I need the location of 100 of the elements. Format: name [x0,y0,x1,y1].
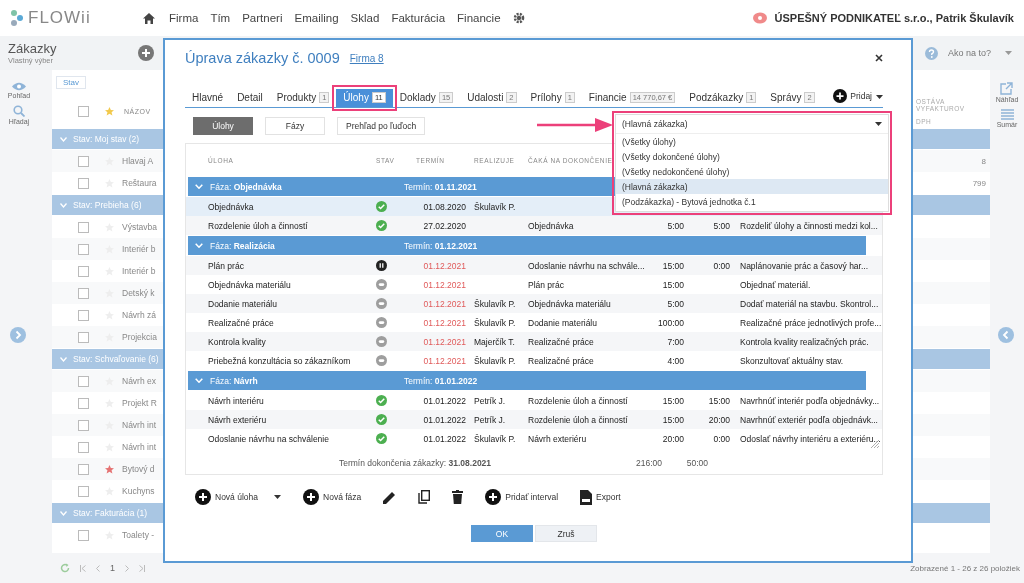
checkbox[interactable] [78,485,89,497]
cancel-button[interactable]: Zruš [535,525,597,542]
task-row[interactable]: Návrh interiéru 01.01.2022 Petrík J. Rozdelenie úloh a činností 15:00 15:00 Navrhnúť interiér podľa objednávky... [186,391,882,410]
checkbox[interactable] [78,397,89,409]
collapse-panel-icon[interactable] [998,327,1014,343]
filter-dropdown[interactable]: (Hlavná zákazka) (Všetky úlohy) (Všetky dokončené úlohy) (Všetky nedokončené úlohy) (Hlavná zákazka) (Podzákazka) - Bytová jednotka č.1 [615,114,889,212]
settings-icon[interactable] [512,12,525,24]
resize-handle-icon[interactable] [871,440,879,448]
checkbox[interactable] [78,265,89,277]
checkbox[interactable] [78,177,89,189]
copy-icon[interactable] [418,490,431,504]
add-button[interactable]: Pridať interval [485,489,559,505]
checkbox[interactable] [78,463,89,475]
trash-icon[interactable] [452,490,464,504]
checkbox[interactable] [78,331,89,343]
search-icon[interactable] [13,105,25,117]
checkbox[interactable] [78,441,89,453]
nav-link[interactable]: Sklad [350,12,380,24]
refresh-icon[interactable] [60,563,70,573]
checkbox[interactable] [78,155,89,167]
checkbox[interactable] [78,287,89,299]
view-button[interactable]: Fázy [265,117,325,135]
expand-panel-icon[interactable] [10,327,26,343]
view-button[interactable]: Úlohy [193,117,253,135]
description-cell: Kontrola kvality realizačných prác. [740,336,869,347]
nav-link[interactable]: Emailing [294,12,339,24]
row-name: Bytový d [122,464,155,474]
add-button[interactable]: Nová úloha [195,489,281,505]
chevron-icon[interactable] [60,510,67,516]
chevron-icon[interactable] [60,136,67,142]
task-row[interactable]: Priebežná konzultácia so zákazníkom 01.12.2021 Škulavík P. Realizačné práce 4:00 Skonzultovať aktuálny stav. [186,351,882,370]
tab[interactable]: Hlavné [185,92,231,107]
export-button[interactable]: Export [580,489,621,505]
row-name: Toalety - [122,530,155,540]
checkbox[interactable] [78,243,89,255]
company-link[interactable]: Firma 8 [349,52,384,64]
due-date-cell: 01.12.2021 [423,336,466,347]
tab[interactable]: Detail [230,92,270,107]
logo-icon [10,9,24,27]
first-page-icon[interactable] [80,564,86,572]
dropdown-option[interactable]: (Všetky dokončené úlohy) [616,149,888,164]
chevron-icon[interactable] [60,202,67,208]
help-link[interactable]: Ako na to? [947,48,991,58]
task-row[interactable]: Rozdelenie úloh a činností 27.02.2020 Objednávka 5:00 5:00 Rozdeliť úlohy a činnosti medzi kol... [186,216,882,235]
list-icon[interactable] [1000,109,1014,120]
caret-icon[interactable] [274,495,281,499]
dropdown-option[interactable]: (Všetky úlohy) [616,134,888,149]
chevron-icon[interactable] [60,356,67,362]
star-icon[interactable] [105,464,114,474]
add-button[interactable]: Nová fáza [303,489,362,505]
time-cell: 20:00 [662,433,684,444]
checkbox[interactable] [78,529,89,541]
checkbox[interactable] [78,309,89,321]
checkbox[interactable] [78,375,89,387]
external-link-icon[interactable] [1000,82,1014,95]
checkbox[interactable] [78,419,89,431]
close-icon[interactable] [875,54,883,62]
view-button[interactable]: Prehľad po ľuďoch [337,117,426,135]
task-row[interactable]: Plán prác 01.12.2021 Odoslanie návrhu na schvále... 15:00 0:00 Naplánovanie prác a časový har... [186,256,882,275]
task-row[interactable]: Návrh exteriéru 01.01.2022 Petrík J. Rozdelenie úloh a činností 15:00 20:00 Navrhnúť exteriér podľa objednávk... [186,410,882,429]
task-row[interactable]: Objednávka materiálu 01.12.2021 Plán prác 15:00 Objednať materiál. [186,275,882,294]
previous-page-icon[interactable] [96,564,100,572]
nav-link[interactable]: Tím [210,12,231,24]
description-cell: Rozdeliť úlohy a činnosti medzi kol... [740,220,878,231]
next-page-icon[interactable] [125,564,129,572]
task-row[interactable]: Kontrola kvality 01.12.2021 Majerčík T. Realizačné práce 7:00 Kontrola kvality realizačných prác. [186,332,882,351]
last-page-icon[interactable] [139,564,145,572]
caret-icon[interactable] [875,122,882,126]
checkbox[interactable] [78,105,89,117]
logo-text[interactable]: FLOWii [28,8,91,28]
page-number[interactable]: 1 [110,563,115,573]
assignee-cell: Škulavík P. [474,298,516,309]
chevron-icon[interactable] [195,378,203,383]
add-icon[interactable] [138,45,154,61]
add-button[interactable]: Pridaj [833,89,876,107]
checkbox[interactable] [78,221,89,233]
star-icon[interactable] [105,106,114,116]
chevron-icon[interactable] [195,184,203,189]
help-icon[interactable] [924,46,938,60]
home-icon[interactable] [143,12,155,24]
dropdown-value[interactable]: (Hlavná zákazka) [622,119,688,129]
task-cell: Kontrola kvality [208,336,266,347]
caret-icon[interactable] [876,95,883,99]
task-row[interactable]: Realizačné práce 01.12.2021 Škulavík P. Dodanie materiálu 100:00 Realizačné práce jednotlivých profe... [186,313,882,332]
nav-link[interactable]: Fakturácia [391,12,446,24]
chevron-icon[interactable] [195,243,203,248]
nav-link[interactable]: Partneri [242,12,283,24]
due-date-cell: 01.01.2022 [423,433,466,444]
dialog-title: Úprava zákazky č. 0009 [185,50,340,66]
company-user-name[interactable]: ÚSPEŠNÝ PODNIKATEĽ s.r.o., Patrik Škulavík [774,12,1014,24]
dropdown-option[interactable]: (Hlavná zákazka) [616,179,888,194]
row-name: Návrh zá [122,310,156,320]
task-row[interactable]: Odoslanie návrhu na schválenie 01.01.2022 Škulavík P. Návrh exteriéru 20:00 0:00 Odoslať návrhy interiéru a exteriéru... [186,429,882,448]
nav-link[interactable]: Financie [457,12,501,24]
eye-icon[interactable] [12,82,26,91]
dropdown-option[interactable]: (Všetky nedokončené úlohy) [616,164,888,179]
nav-link[interactable]: Firma [169,12,199,24]
time-cell: 5:00 [667,298,684,309]
pagination-summary: Zobrazené 1 - 26 z 26 položiek [910,563,1020,573]
task-row[interactable]: Dodanie materiálu 01.12.2021 Škulavík P. Objednávka materiálu 5:00 Dodať materiál na stavbu. Skontrol... [186,294,882,313]
